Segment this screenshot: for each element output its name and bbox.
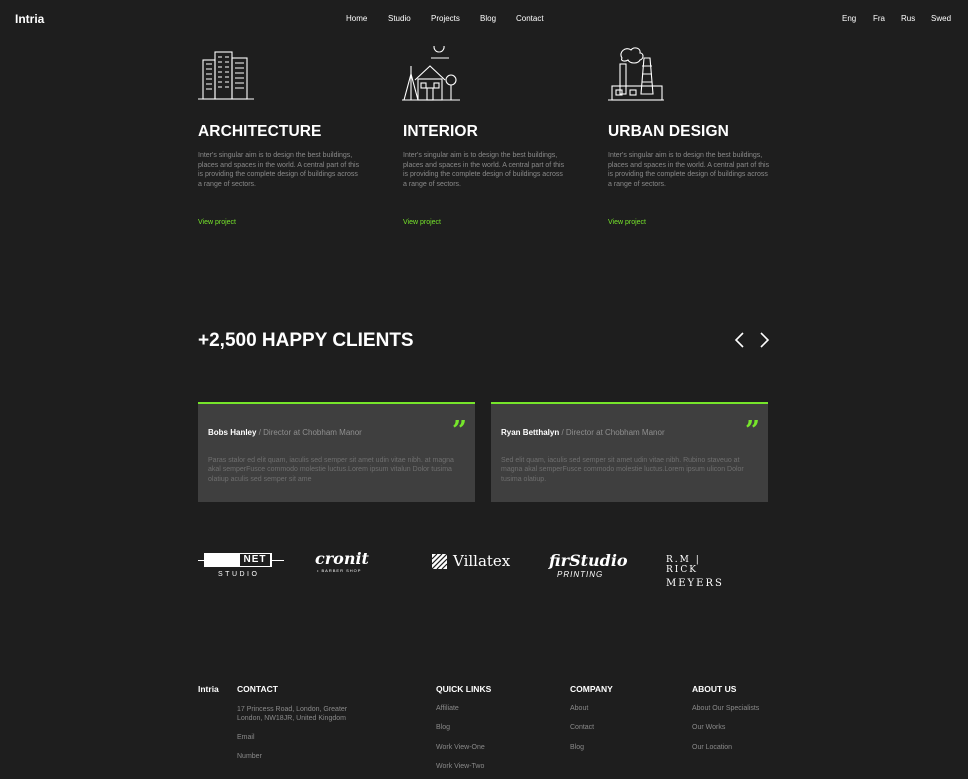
view-project-urban-design-link[interactable]: View project	[608, 219, 646, 226]
footer-link-affiliate[interactable]: Affiliate	[436, 705, 459, 712]
footer-address: 17 Princess Road, London, Greater London…	[237, 706, 348, 722]
testimonial-card: Bobs Hanley / Director at Chobham Manor …	[198, 402, 475, 502]
fir-studio-logo: firStudio PRINTING	[549, 551, 628, 580]
service-text-interior: Inter's singular aim is to design the be…	[403, 152, 565, 188]
footer-quick-links-title: QUICK LINKS	[436, 684, 492, 694]
footer-link-company-blog[interactable]: Blog	[570, 744, 584, 751]
author-role: / Director at Chobham Manor	[559, 428, 665, 437]
house-icon	[402, 46, 460, 101]
footer-contact-title: CONTACT	[237, 684, 278, 694]
factory-icon	[608, 47, 664, 101]
lang-fra[interactable]: Fra	[873, 14, 885, 23]
testimonial-text: Paras stalor ed elit quam, iaculis sed s…	[208, 457, 454, 483]
nav-studio[interactable]: Studio	[388, 14, 411, 23]
footer-brand[interactable]: Intria	[198, 684, 219, 694]
author-name: Bobs Hanley	[208, 428, 257, 437]
nav-home[interactable]: Home	[346, 14, 367, 23]
service-text-architecture: Inter's singular aim is to design the be…	[198, 152, 360, 188]
testimonial-card: Ryan Betthalyn / Director at Chobham Man…	[491, 402, 768, 502]
chevron-right-icon[interactable]	[757, 331, 771, 349]
brand-logo[interactable]: Intria	[15, 12, 44, 26]
lang-rus[interactable]: Rus	[901, 14, 915, 23]
clients-heading: +2,500 HAPPY CLIENTS	[198, 330, 414, 351]
rick-meyers-logo: R.M | RICK MEYERS	[666, 555, 724, 589]
service-title-architecture: ARCHITECTURE	[198, 123, 322, 140]
footer-link-our-works[interactable]: Our Works	[692, 724, 725, 731]
author-name: Ryan Betthalyn	[501, 428, 560, 437]
lang-eng[interactable]: Eng	[842, 14, 856, 23]
view-project-architecture-link[interactable]: View project	[198, 219, 236, 226]
service-title-urban-design: URBAN DESIGN	[608, 123, 729, 140]
footer-link-work-view-one[interactable]: Work View-One	[436, 744, 485, 751]
net-studio-logo: NET STUDIO	[198, 553, 284, 581]
footer-link-work-view-two[interactable]: Work View-Two	[436, 763, 484, 770]
footer-email: Email	[237, 734, 255, 741]
service-title-interior: INTERIOR	[403, 123, 478, 140]
testimonial-author: Ryan Betthalyn / Director at Chobham Man…	[501, 428, 665, 437]
service-text-urban-design: Inter's singular aim is to design the be…	[608, 152, 770, 188]
view-project-interior-link[interactable]: View project	[403, 219, 441, 226]
author-role: / Director at Chobham Manor	[256, 428, 362, 437]
testimonial-author: Bobs Hanley / Director at Chobham Manor	[208, 428, 362, 437]
testimonial-text: Sed elit quam, iaculis sed semper sit am…	[501, 457, 744, 483]
villatex-mark-icon	[432, 554, 447, 569]
nav-blog[interactable]: Blog	[480, 14, 496, 23]
villatex-logo: Villatex	[432, 552, 512, 572]
chevron-left-icon[interactable]	[733, 331, 747, 349]
footer-link-contact[interactable]: Contact	[570, 724, 594, 731]
footer-link-our-location[interactable]: Our Location	[692, 744, 732, 751]
buildings-icon	[198, 51, 254, 100]
lang-swed[interactable]: Swed	[931, 14, 951, 23]
nav-contact[interactable]: Contact	[516, 14, 544, 23]
footer-number: Number	[237, 753, 262, 760]
footer-link-specialists[interactable]: About Our Specialists	[692, 705, 759, 712]
quote-icon: ”	[745, 416, 760, 446]
nav-projects[interactable]: Projects	[431, 14, 460, 23]
footer-link-about[interactable]: About	[570, 705, 588, 712]
footer-company-title: COMPANY	[570, 684, 613, 694]
footer-link-blog[interactable]: Blog	[436, 724, 450, 731]
footer-about-title: ABOUT US	[692, 684, 737, 694]
quote-icon: ”	[452, 416, 467, 446]
cronit-logo: cronit • BARBER SHOP	[315, 549, 369, 574]
